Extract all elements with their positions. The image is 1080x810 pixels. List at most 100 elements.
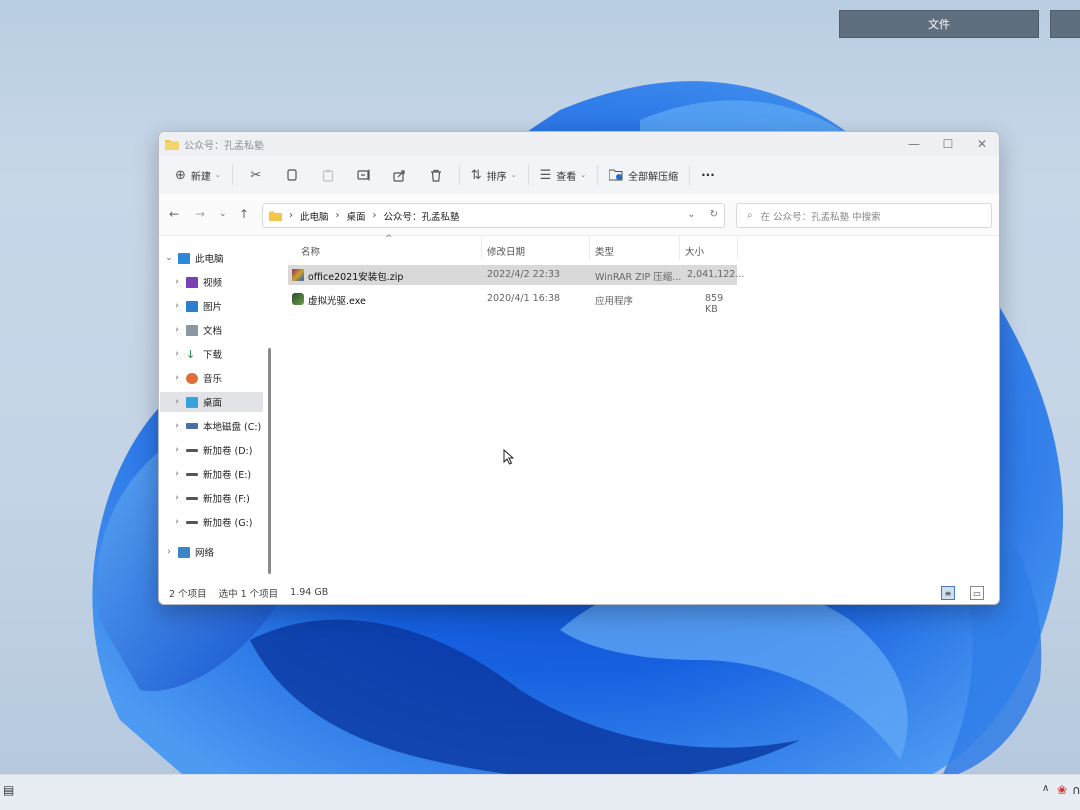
chevron-expanded-icon: ⌄ (165, 253, 173, 263)
nav-item-network[interactable]: › 网络 (160, 542, 263, 562)
column-type-label: 类型 (595, 247, 615, 258)
chevron-right-icon: › (175, 397, 179, 407)
nav-item-drive-c[interactable]: › 本地磁盘 (C:) (160, 416, 263, 436)
trash-icon (430, 169, 441, 182)
chevron-right-icon: › (175, 325, 179, 335)
nav-label: 网络 (195, 548, 215, 559)
overlay-extra-button[interactable] (1050, 10, 1080, 38)
share-button[interactable] (382, 162, 418, 188)
new-button[interactable]: ⊕ 新建 ⌄ (169, 162, 227, 188)
more-options-button[interactable]: ··· (695, 162, 721, 188)
minimize-button[interactable]: — (897, 132, 931, 156)
taskbar-app-icon[interactable]: ▤ (3, 783, 14, 797)
column-header-size[interactable]: 大小 (685, 240, 704, 262)
drive-icon (186, 520, 198, 524)
nav-item-drive-e[interactable]: › 新加卷 (E:) (160, 464, 263, 484)
nav-item-videos[interactable]: › 视频 (160, 272, 263, 292)
chevron-right-icon: › (175, 301, 179, 311)
nav-item-music[interactable]: › 音乐 (160, 368, 263, 388)
tray-headset-icon[interactable]: ∩ (1072, 783, 1080, 797)
search-icon: ⌕ (747, 210, 753, 221)
toolbar-divider (231, 165, 233, 185)
column-header-name[interactable]: 名称 (301, 240, 320, 262)
nav-label: 视频 (203, 278, 223, 289)
nav-item-desktop[interactable]: › 桌面 (160, 392, 263, 412)
status-item-count: 2 个项目 (169, 588, 207, 600)
chevron-down-icon: ⌄ (580, 171, 587, 179)
up-arrow-icon[interactable]: ↑ (239, 207, 249, 221)
toolbar-divider (597, 165, 599, 185)
paste-button[interactable] (310, 162, 346, 188)
nav-item-drive-d[interactable]: › 新加卷 (D:) (160, 440, 263, 460)
close-button[interactable]: ✕ (965, 132, 999, 156)
drive-icon (186, 448, 198, 452)
sort-indicator-icon: ^ (385, 234, 393, 244)
address-dropdown-icon[interactable]: ⌄ (687, 209, 695, 220)
breadcrumb-this-pc[interactable]: 此电脑 (300, 209, 329, 223)
breadcrumb-desktop[interactable]: 桌面 (347, 209, 366, 223)
chevron-right-icon: › (335, 210, 340, 221)
search-input[interactable]: ⌕ 在 公众号：孔孟私塾 中搜索 (736, 203, 992, 228)
details-view-button[interactable]: ≡ (941, 586, 955, 600)
sort-label: 排序 (486, 171, 507, 183)
network-icon (178, 546, 190, 558)
toolbar-divider (689, 165, 691, 185)
nav-label: 新加卷 (G:) (203, 518, 253, 529)
copy-button[interactable] (274, 162, 310, 188)
rename-button[interactable] (346, 162, 382, 188)
maximize-button[interactable]: ☐ (931, 132, 965, 156)
folder-icon (165, 139, 179, 150)
column-divider[interactable] (679, 236, 680, 260)
nav-item-this-pc[interactable]: ⌄ 此电脑 (160, 248, 263, 268)
title-bar[interactable]: 公众号：孔孟私塾 — ☐ ✕ (159, 132, 999, 156)
nav-label: 新加卷 (F:) (203, 494, 250, 505)
file-row[interactable]: 虚拟光驱.exe 2020/4/1 16:38 应用程序 859 KB (288, 289, 737, 315)
delete-button[interactable] (418, 162, 454, 188)
extract-all-button[interactable]: 全部解压缩 (603, 162, 684, 188)
column-divider[interactable] (589, 236, 590, 260)
nav-item-documents[interactable]: › 文档 (160, 320, 263, 340)
sort-icon: ⇅ (470, 167, 482, 183)
rename-icon (357, 169, 370, 181)
file-row[interactable]: office2021安装包.zip 2022/4/2 22:33 WinRAR … (288, 265, 744, 285)
recent-chevron-icon[interactable]: ⌄ (219, 209, 227, 219)
nav-item-drive-f[interactable]: › 新加卷 (F:) (160, 488, 263, 508)
address-bar[interactable]: › 此电脑 › 桌面 › 公众号：孔孟私塾 ⌄ ↻ (262, 203, 725, 228)
column-modified-label: 修改日期 (487, 247, 526, 258)
pictures-icon (186, 300, 198, 312)
forward-arrow-icon[interactable]: → (195, 207, 205, 221)
address-row: ← → ⌄ ↑ › 此电脑 › 桌面 › 公众号：孔孟私塾 ⌄ ↻ ⌕ 在 公众… (159, 194, 999, 236)
cut-button[interactable]: ✂ (238, 162, 274, 188)
chevron-right-icon: › (175, 445, 179, 455)
column-divider[interactable] (737, 236, 738, 260)
column-header-modified[interactable]: 修改日期 (487, 240, 525, 262)
command-bar: ⊕ 新建 ⌄ ✂ ⇅ 排序 ⌄ ☰ 查看 ⌄ 全部解压缩 ··· (159, 156, 999, 194)
file-size: 2,041,122... (687, 269, 745, 280)
file-name: office2021安装包.zip (308, 272, 404, 283)
drive-icon (186, 496, 198, 500)
status-selected-size: 1.94 GB (290, 587, 329, 598)
tray-chevron-up-icon[interactable]: ∧ (1042, 783, 1049, 794)
mouse-cursor-icon (503, 449, 514, 465)
nav-item-pictures[interactable]: › 图片 (160, 296, 263, 316)
column-header-type[interactable]: 类型 (595, 240, 614, 262)
copy-icon (287, 168, 297, 181)
refresh-icon[interactable]: ↻ (710, 209, 718, 220)
overlay-file-button[interactable]: 文件 (839, 10, 1039, 38)
chevron-right-icon: › (175, 517, 179, 527)
nav-item-downloads[interactable]: › ↓ 下载 (160, 344, 263, 364)
breadcrumb-current-folder[interactable]: 公众号：孔孟私塾 (384, 209, 460, 223)
file-type: 应用程序 (595, 296, 634, 307)
window-title: 公众号：孔孟私塾 (184, 140, 264, 152)
nav-item-drive-g[interactable]: › 新加卷 (G:) (160, 512, 263, 532)
column-divider[interactable] (481, 236, 482, 260)
tiles-view-button[interactable]: ▭ (970, 586, 984, 600)
sort-button[interactable]: ⇅ 排序 ⌄ (465, 162, 523, 188)
chevron-right-icon: › (175, 421, 179, 431)
tray-app-icon[interactable]: ❀ (1057, 783, 1067, 797)
view-button[interactable]: ☰ 查看 ⌄ (534, 162, 593, 188)
nav-label: 本地磁盘 (C:) (203, 422, 262, 433)
search-placeholder: 在 公众号：孔孟私塾 中搜索 (760, 211, 881, 223)
nav-label: 文档 (203, 326, 223, 337)
back-arrow-icon[interactable]: ← (169, 207, 179, 221)
